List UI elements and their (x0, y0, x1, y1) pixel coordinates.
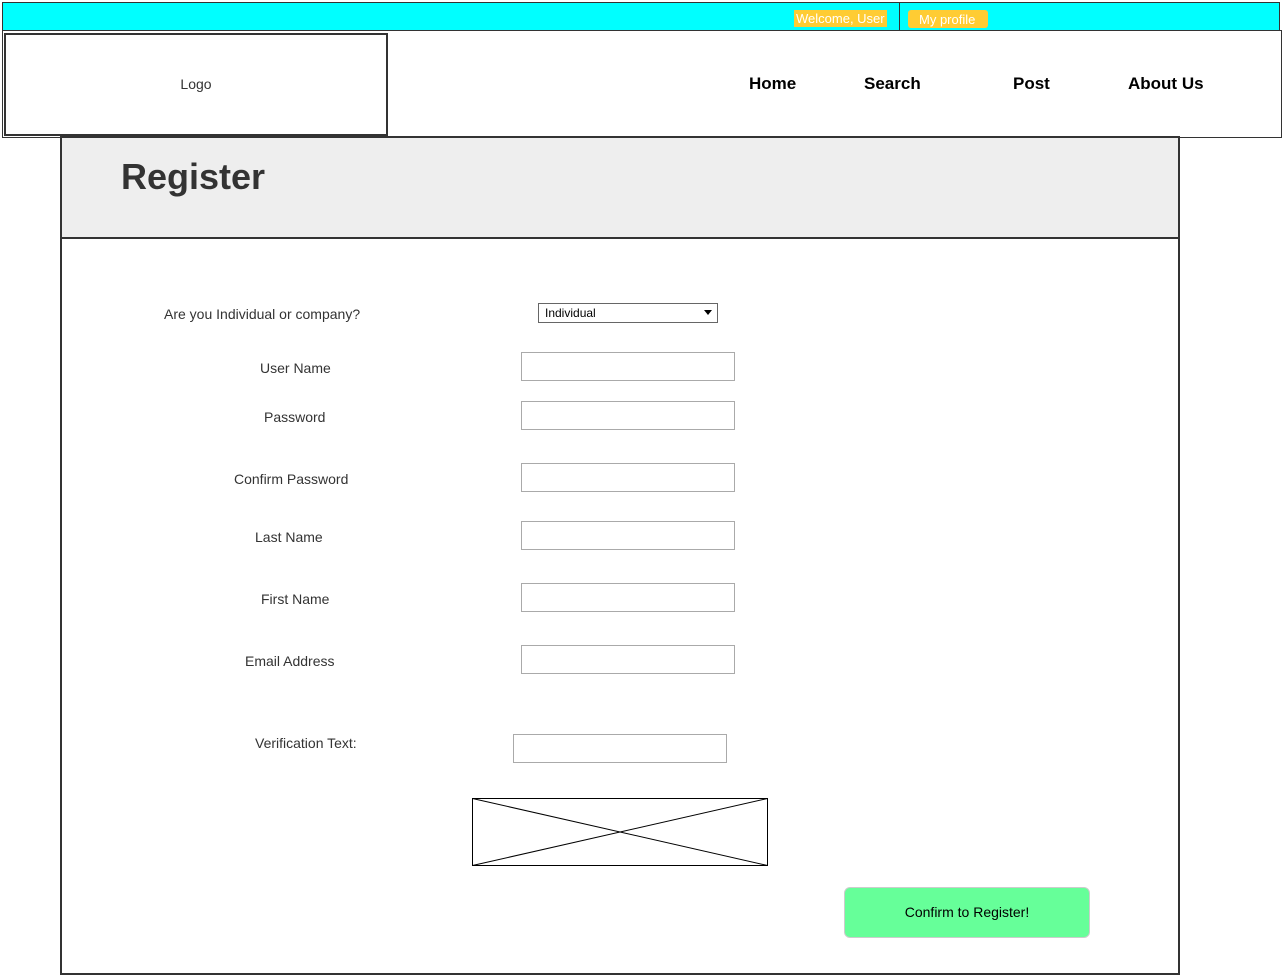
nav-home[interactable]: Home (749, 73, 796, 95)
nav-search[interactable]: Search (864, 73, 921, 95)
top-bar-divider (899, 2, 900, 31)
welcome-text: Welcome, User (794, 10, 887, 27)
password-input[interactable] (521, 401, 735, 430)
top-bar (2, 2, 1280, 31)
confirm-password-input[interactable] (521, 463, 735, 492)
confirm-password-label: Confirm Password (234, 471, 349, 487)
email-input[interactable] (521, 645, 735, 674)
username-label: User Name (260, 360, 331, 376)
last-name-label: Last Name (255, 529, 323, 545)
nav-about-us[interactable]: About Us (1128, 73, 1204, 95)
password-label: Password (264, 409, 326, 425)
verification-label: Verification Text: (255, 735, 357, 751)
account-type-select[interactable]: Individual (538, 303, 718, 323)
page-title: Register (121, 156, 266, 197)
username-input[interactable] (521, 352, 735, 381)
verification-input[interactable] (513, 734, 727, 763)
account-type-label: Are you Individual or company? (164, 306, 361, 322)
confirm-register-button[interactable]: Confirm to Register! (844, 887, 1090, 938)
my-profile-button[interactable]: My profile (908, 10, 988, 28)
nav-post[interactable]: Post (1013, 73, 1050, 95)
chevron-down-icon[interactable] (704, 310, 712, 315)
logo-text: Logo (180, 76, 212, 92)
first-name-input[interactable] (521, 583, 735, 612)
captcha-image (472, 798, 768, 866)
last-name-input[interactable] (521, 521, 735, 550)
email-label: Email Address (245, 653, 335, 669)
first-name-label: First Name (261, 591, 330, 607)
